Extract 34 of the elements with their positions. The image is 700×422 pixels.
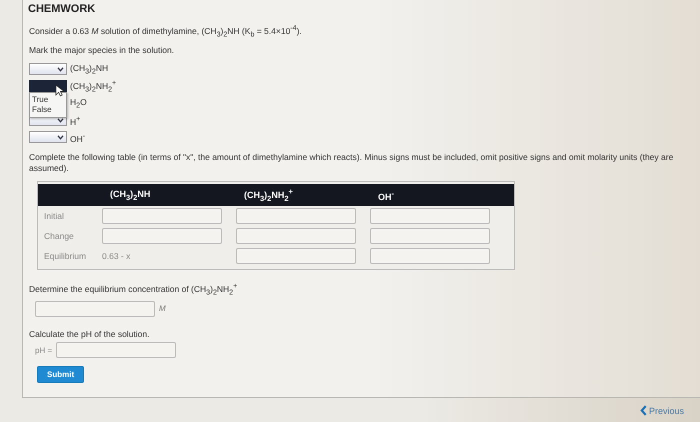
chevron-icon: [57, 135, 64, 140]
species-formula: H$_{2}$O: [70, 97, 87, 110]
input-field[interactable]: [102, 228, 222, 244]
dropdown-option[interactable]: True: [30, 95, 66, 106]
input-field[interactable]: [56, 342, 176, 358]
ph-prompt: Calculate the pH of the solution.: [29, 328, 150, 340]
table-instructions: Complete the following table (in terms of "x", the amount of dimethylamine which reacts). Minus signs must be included, omit positive signs and omit molarity units (they are assumed).: [29, 152, 674, 174]
header-title: CHEMWORK: [27, 2, 96, 17]
input-field[interactable]: [370, 248, 490, 264]
chevron-left-icon: [640, 405, 647, 416]
species-formula: (CH$_{3}$)$_{2}$NH: [70, 63, 108, 76]
species-formula: OH$^{-}$: [70, 132, 86, 144]
column-header: OH$^{-}$: [378, 192, 394, 202]
input-field[interactable]: [370, 208, 490, 224]
ph-label: pH =: [35, 346, 52, 355]
row-label: Initial: [44, 211, 64, 222]
input-field[interactable]: [370, 228, 490, 244]
species-formula: H$^{+}$: [70, 114, 80, 126]
input-field[interactable]: [102, 208, 222, 224]
submit-button[interactable]: Submit: [37, 366, 84, 384]
table-cell: 0.63 - x: [102, 251, 130, 262]
question-text: Consider a 0.63 M solution of dimethylamine, (CH$_{3}$)$_{2}$NH (K$_{b}$ = 5.4×10$^{-4}$).: [29, 24, 303, 40]
input-field[interactable]: [236, 248, 356, 264]
unit-label: M: [159, 304, 166, 314]
chevron-icon: [57, 118, 64, 124]
dropdown-option[interactable]: False: [30, 105, 66, 116]
chevron-icon: [57, 67, 64, 72]
row-label: Equilibrium: [44, 251, 86, 262]
column-header: (CH$_{3}$)$_{2}$NH: [110, 188, 150, 199]
input-field[interactable]: [35, 300, 155, 317]
input-field[interactable]: [236, 208, 356, 224]
species-prompt: Mark the major species in the solution.: [29, 45, 176, 56]
input-field[interactable]: [236, 228, 356, 244]
row-label: Change: [44, 231, 74, 242]
